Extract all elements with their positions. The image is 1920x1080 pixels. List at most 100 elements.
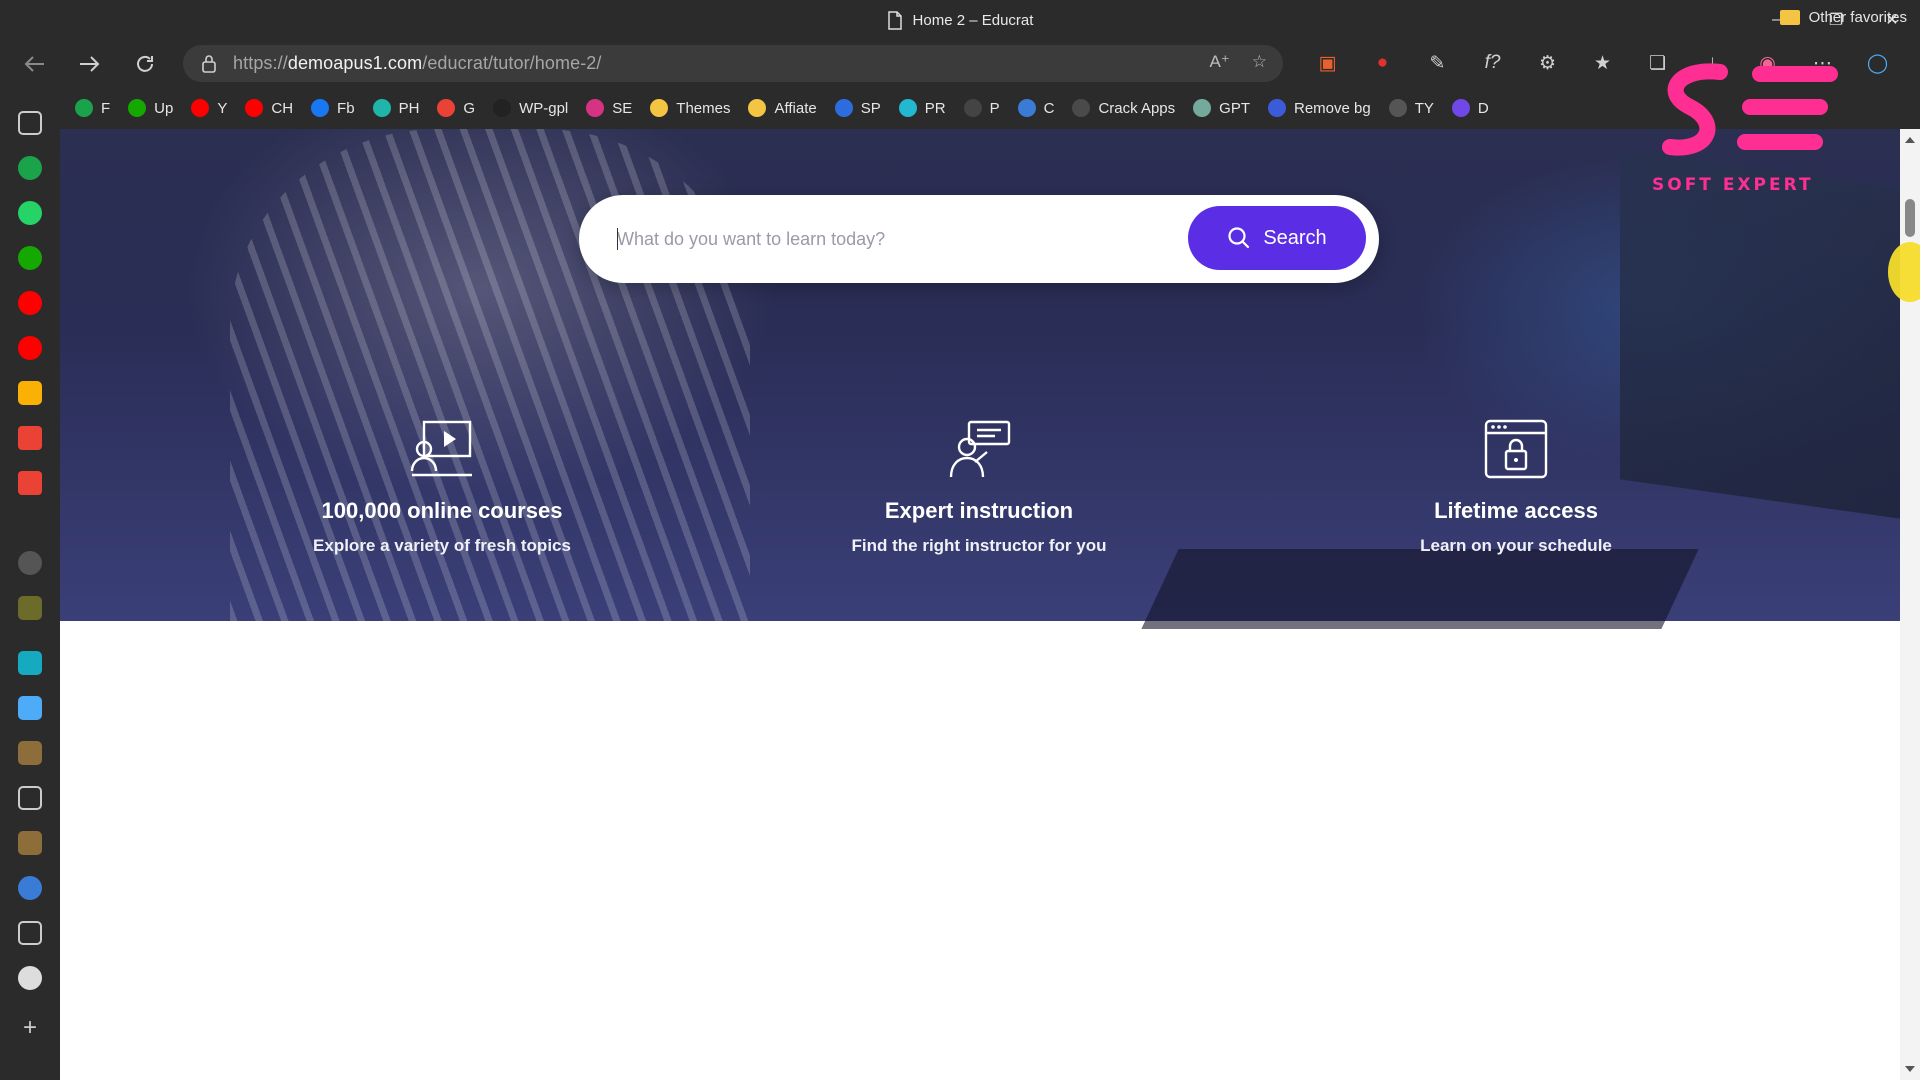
favorite-link[interactable]: Affiate <box>748 99 817 117</box>
address-bar[interactable]: https://demoapus1.com/educrat/tutor/home… <box>183 45 1283 82</box>
feature-subtitle: Explore a variety of fresh topics <box>313 536 571 555</box>
notes-app-icon[interactable] <box>18 696 42 720</box>
course-search-input[interactable] <box>617 219 1147 259</box>
course-search-bar: Search <box>579 195 1379 283</box>
favorite-link[interactable]: C <box>1017 99 1054 117</box>
favorite-site-icon <box>748 99 767 117</box>
favorite-label: GPT <box>1219 99 1250 117</box>
gmail-icon[interactable] <box>18 471 42 495</box>
favorite-site-icon <box>493 99 512 117</box>
favorite-label: Up <box>154 99 174 117</box>
favorite-link[interactable]: Up <box>128 99 173 117</box>
youtube-icon[interactable] <box>18 291 42 315</box>
scroll-up-arrow[interactable] <box>1905 137 1915 143</box>
favorite-link[interactable]: GPT <box>1193 99 1250 117</box>
favorite-link[interactable]: SP <box>834 99 881 117</box>
favorite-link[interactable]: Remove bg <box>1268 99 1371 117</box>
address-bar-actions: A⁺ ☆ <box>1209 52 1267 72</box>
favorite-label: PR <box>924 99 946 117</box>
favorite-link[interactable]: SE <box>586 99 632 117</box>
favorite-link[interactable]: TY <box>1388 99 1434 117</box>
url-domain: demoapus1.com <box>287 53 423 73</box>
whatsapp-icon[interactable] <box>18 201 42 225</box>
read-aloud-icon[interactable]: A⁺ <box>1209 52 1229 72</box>
document-icon[interactable] <box>18 921 42 945</box>
other-favorites[interactable]: Other favorites <box>1779 9 1907 26</box>
font-finder-icon[interactable]: f? <box>1465 48 1520 78</box>
youtube-icon[interactable] <box>18 336 42 360</box>
add-sidebar-item-icon[interactable]: + <box>18 1014 42 1041</box>
feature-title: Lifetime access <box>1434 498 1598 523</box>
soft-expert-logo: SOFT EXPERT <box>1652 63 1838 195</box>
sidebar-app-icon[interactable] <box>18 156 42 180</box>
forward-button[interactable] <box>74 49 104 79</box>
favorite-site-icon <box>75 99 93 117</box>
wordpress-icon[interactable] <box>18 876 42 900</box>
favorite-label: F <box>101 99 111 117</box>
add-favorite-icon[interactable]: ☆ <box>1252 52 1267 72</box>
url-text[interactable]: https://demoapus1.com/educrat/tutor/home… <box>233 53 602 74</box>
bing-copilot-icon[interactable]: ◯ <box>1850 48 1905 78</box>
upwork-icon[interactable] <box>18 246 42 270</box>
feature-subtitle: Learn on your schedule <box>1420 536 1612 555</box>
sidebar-app-icon[interactable] <box>18 741 42 765</box>
favorite-site-icon <box>191 99 210 117</box>
favorite-label: Fb <box>337 99 355 117</box>
favorite-link[interactable]: Themes <box>650 99 730 117</box>
favorite-link[interactable]: PH <box>372 99 419 117</box>
favorite-link[interactable]: Crack Apps <box>1072 99 1175 117</box>
favorite-site-icon <box>437 99 456 117</box>
search-button[interactable]: Search <box>1188 206 1366 270</box>
instructor-icon <box>949 420 1011 478</box>
favorite-site-icon <box>1268 99 1286 117</box>
favorites-icon[interactable]: ★ <box>1575 48 1630 78</box>
url-path: /educrat/tutor/home-2/ <box>422 53 602 73</box>
favorite-link[interactable]: F <box>75 99 110 117</box>
favorite-link[interactable]: Y <box>191 99 227 117</box>
favorite-link[interactable]: WP-gpl <box>493 99 568 117</box>
favorite-label: SE <box>612 99 633 117</box>
favorite-link[interactable]: Fb <box>311 99 355 117</box>
favorite-link[interactable]: CH <box>245 99 293 117</box>
adblock-extension-icon[interactable]: ● <box>1355 48 1410 78</box>
favorite-site-icon <box>311 99 330 117</box>
favorite-link[interactable]: P <box>963 99 1000 117</box>
scroll-thumb[interactable] <box>1905 199 1915 237</box>
favorite-label: Themes <box>676 99 731 117</box>
hero-banner: Search 100,000 online courses Explore a … <box>60 129 1900 629</box>
folder-icon <box>1779 10 1800 25</box>
media-app-icon[interactable] <box>18 651 42 675</box>
navigation-bar: https://demoapus1.com/educrat/tutor/home… <box>0 40 1920 87</box>
sidebar-app-icon[interactable] <box>18 596 42 620</box>
favorite-link[interactable]: D <box>1451 99 1489 117</box>
notes-app-icon[interactable] <box>18 381 42 405</box>
back-button[interactable] <box>20 49 50 79</box>
lock-browser-icon <box>1484 419 1548 479</box>
feature-title: 100,000 online courses <box>321 498 563 523</box>
eyedropper-extension-icon[interactable]: ✎ <box>1410 48 1465 78</box>
extensions-icon[interactable]: ⚙ <box>1520 48 1575 78</box>
favorite-label: Remove bg <box>1294 99 1371 117</box>
hero-background-keyboard <box>1141 549 1699 629</box>
scroll-down-arrow[interactable] <box>1905 1066 1915 1072</box>
document-icon[interactable] <box>18 786 42 810</box>
sidebar-app-icon[interactable] <box>18 966 42 990</box>
web-page: Search 100,000 online courses Explore a … <box>60 129 1900 1080</box>
reload-button[interactable] <box>130 49 160 79</box>
favorite-link[interactable]: G <box>437 99 475 117</box>
favorite-site-icon <box>1388 99 1407 117</box>
gmail-icon[interactable] <box>18 426 42 450</box>
other-favorites-label: Other favorites <box>1808 9 1907 26</box>
favorite-label: Y <box>217 99 228 117</box>
favorite-label: G <box>463 99 476 117</box>
feature-online-courses: 100,000 online courses Explore a variety… <box>252 419 632 556</box>
wordpress-icon[interactable] <box>18 551 42 575</box>
tab-actions-icon[interactable] <box>18 111 42 135</box>
favorite-site-icon <box>650 99 669 117</box>
window-title: Home 2 – Educrat <box>912 11 1034 29</box>
watermark-text: SOFT EXPERT <box>1652 175 1814 195</box>
sidebar-app-icon[interactable] <box>18 831 42 855</box>
feature-title: Expert instruction <box>884 498 1074 523</box>
office-extension-icon[interactable]: ▣ <box>1300 48 1355 78</box>
favorite-link[interactable]: PR <box>898 99 946 117</box>
